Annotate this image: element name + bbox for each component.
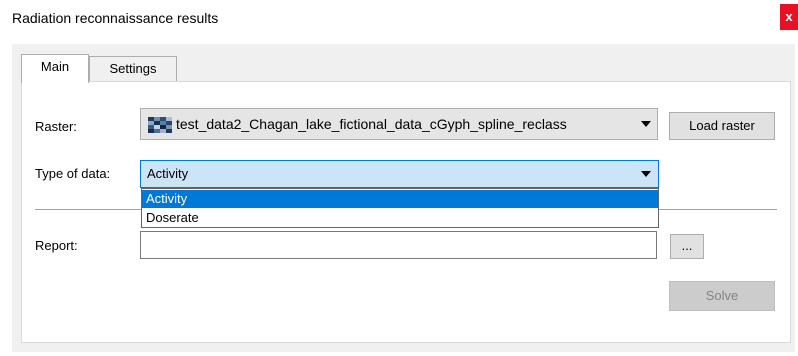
- raster-combobox[interactable]: test_data2_Chagan_lake_fictional_data_cG…: [140, 108, 658, 140]
- tab-main[interactable]: Main: [21, 54, 89, 83]
- type-of-data-selected-value: Activity: [147, 166, 189, 181]
- option-activity[interactable]: Activity: [142, 190, 658, 208]
- type-of-data-dropdown-list: Activity Doserate: [141, 188, 659, 228]
- report-path-input[interactable]: [140, 231, 657, 259]
- raster-selected-value: test_data2_Chagan_lake_fictional_data_cG…: [176, 116, 567, 132]
- report-label: Report:: [35, 238, 78, 253]
- option-doserate[interactable]: Doserate: [142, 209, 658, 227]
- chevron-down-icon: [641, 171, 651, 177]
- browse-report-button[interactable]: ...: [670, 234, 704, 259]
- tab-settings[interactable]: Settings: [89, 56, 177, 82]
- raster-layer-icon: [148, 117, 172, 133]
- solve-button[interactable]: Solve: [669, 281, 775, 311]
- close-button[interactable]: x: [780, 4, 798, 30]
- raster-label: Raster:: [35, 119, 77, 134]
- window-title: Radiation reconnaissance results: [12, 10, 219, 26]
- load-raster-button[interactable]: Load raster: [669, 112, 775, 140]
- type-of-data-combobox[interactable]: Activity: [140, 160, 659, 188]
- type-of-data-label: Type of data:: [35, 166, 111, 181]
- title-bar: Radiation reconnaissance results x: [0, 0, 798, 38]
- chevron-down-icon: [641, 121, 651, 127]
